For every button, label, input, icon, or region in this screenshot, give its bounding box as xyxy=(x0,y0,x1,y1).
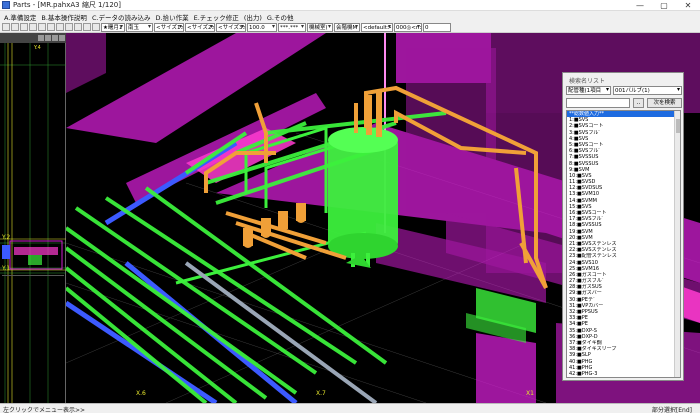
status-left-text: 左クリックでメニュー表示>> xyxy=(3,407,86,413)
status-bar: 左クリックでメニュー表示>> 部分選択[End] xyxy=(0,403,700,413)
minimize-button[interactable]: — xyxy=(628,0,652,11)
axis-label-y4: Y.4 xyxy=(33,45,41,51)
browse-button[interactable]: .. xyxy=(633,98,644,108)
status-right-text: 部分選択[End] xyxy=(651,407,692,413)
open-icon[interactable] xyxy=(11,23,19,31)
plan-view-toolbar xyxy=(0,33,66,43)
valve-select[interactable]: 001バルブ(1) xyxy=(613,86,682,95)
menu-other[interactable]: G.その他 xyxy=(267,12,294,22)
save-icon[interactable] xyxy=(20,23,28,31)
menu-load-data[interactable]: C.データの読み込み xyxy=(92,12,151,22)
pipe-type-select[interactable]: 配管種(1項目 xyxy=(566,86,611,95)
copy-icon[interactable] xyxy=(47,23,55,31)
plan-pan-icon[interactable] xyxy=(52,35,58,41)
search-panel-title: 検索名リスト xyxy=(569,78,606,85)
plan-view-panel[interactable]: Y.1 Y.2 Y.4 xyxy=(0,33,66,403)
floor-select[interactable]: 会階機M xyxy=(334,22,360,32)
default-select[interactable]: <default> xyxy=(361,22,393,32)
axis-label-x1: X1 xyxy=(526,390,534,397)
count-select[interactable]: 000◎<n> xyxy=(394,22,422,32)
redo-icon[interactable] xyxy=(92,23,100,31)
close-button[interactable]: ✕ xyxy=(676,0,700,11)
plan-zoom-icon[interactable] xyxy=(38,35,44,41)
app-icon xyxy=(2,1,10,9)
menu-setup[interactable]: A.準備設定 xyxy=(4,12,36,22)
axis-label-x7: X.7 xyxy=(316,390,326,397)
find-next-button[interactable]: 次を検索 xyxy=(647,98,682,108)
category-select[interactable]: 南玉 xyxy=(126,22,153,32)
list-scrollbar[interactable] xyxy=(674,111,680,377)
menu-output[interactable]: (出力) xyxy=(244,12,262,22)
paste-icon[interactable] xyxy=(56,23,64,31)
axis-label-y2: Y.2 xyxy=(1,234,10,241)
menu-basic-ops[interactable]: B.基本操作説明 xyxy=(41,12,87,22)
menu-bar: A.準備設定 B.基本操作説明 C.データの読み込み D.拾い作業 E.チェック… xyxy=(0,11,700,22)
menu-pickup[interactable]: D.拾い作業 xyxy=(156,12,189,22)
new-icon[interactable] xyxy=(2,23,10,31)
room-select[interactable]: 機械室( xyxy=(307,22,333,32)
size2-select[interactable]: <サイズ2> xyxy=(185,22,215,32)
window-title: Parts - [MR.pahxA3 縮尺 1/120] xyxy=(13,1,121,9)
undo-icon[interactable] xyxy=(83,23,91,31)
rotate-icon[interactable] xyxy=(65,23,73,31)
menu-check-fix[interactable]: E.チェック修正 xyxy=(194,12,239,22)
plan-refresh-icon[interactable] xyxy=(59,35,65,41)
maximize-button[interactable]: ▢ xyxy=(652,0,676,11)
plan-view-canvas: Y.1 Y.2 Y.4 xyxy=(0,43,66,403)
number-input[interactable]: 0 xyxy=(423,22,451,32)
axis-label-y1: Y.1 xyxy=(1,265,10,272)
scrollbar-thumb[interactable] xyxy=(676,119,680,133)
list-item[interactable]: 43:■樹脂管 xyxy=(567,377,680,378)
format-select[interactable]: ***.*** xyxy=(278,22,306,32)
toolbar: ★曙月1 南玉 <サイズ1> <サイズ2> <サイズ3> 100.0 ***.*… xyxy=(0,22,700,33)
size1-select[interactable]: <サイズ1> xyxy=(154,22,184,32)
search-name-list-panel[interactable]: 検索名リスト 配管種(1項目 001バルブ(1) .. 次を検索 **総数値入力… xyxy=(562,72,684,381)
plan-fit-icon[interactable] xyxy=(45,35,51,41)
size3-select[interactable]: <サイズ3> xyxy=(216,22,246,32)
value-select[interactable]: 100.0 xyxy=(247,22,277,32)
layer-select[interactable]: ★曙月1 xyxy=(101,22,125,32)
title-bar: Parts - [MR.pahxA3 縮尺 1/120] — ▢ ✕ xyxy=(0,0,700,11)
axis-label-x6: X.6 xyxy=(136,390,146,397)
window-controls: — ▢ ✕ xyxy=(628,0,700,11)
zoom-icon[interactable] xyxy=(74,23,82,31)
search-input[interactable] xyxy=(566,98,630,108)
print-icon[interactable] xyxy=(29,23,37,31)
cut-icon[interactable] xyxy=(38,23,46,31)
search-result-list[interactable]: **総数値入力** 1:■SVS 2:■SVSコート 3:■SVSフル゛ 4:■SVS 5… xyxy=(566,110,681,378)
